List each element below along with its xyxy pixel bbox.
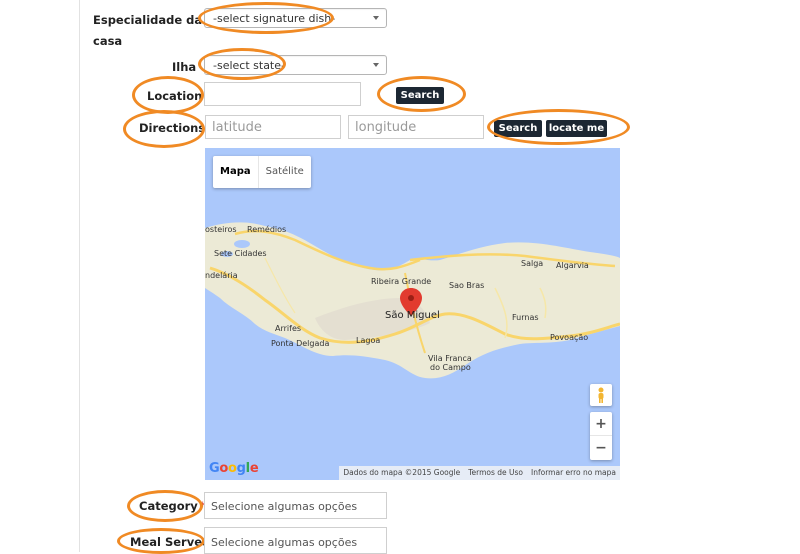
meal-served-select[interactable]: Selecione algumas opções xyxy=(204,527,387,554)
map-label: Algarvia xyxy=(556,261,589,270)
map-type-map-button[interactable]: Mapa xyxy=(213,156,259,188)
map[interactable]: osteiros Remédios Sete Cidades ndelária … xyxy=(205,148,620,480)
pegman-icon[interactable] xyxy=(590,384,612,406)
longitude-input[interactable]: longitude xyxy=(348,115,484,139)
map-type-satellite-button[interactable]: Satélite xyxy=(259,156,311,188)
map-label: Povoação xyxy=(550,333,588,342)
specialty-select[interactable]: -select signature dish- xyxy=(204,8,387,28)
map-label: Lagoa xyxy=(356,336,380,345)
locate-me-button[interactable]: locate me xyxy=(546,120,607,137)
map-label: Ponta Delgada xyxy=(271,339,329,348)
meal-served-label: Meal Served xyxy=(130,535,211,549)
google-logo: Google xyxy=(209,461,259,476)
map-canvas: osteiros Remédios Sete Cidades ndelária … xyxy=(205,148,620,480)
specialty-select-value: -select signature dish- xyxy=(213,12,336,25)
map-label: São Miguel xyxy=(385,310,440,321)
specialty-label-line2: casa xyxy=(93,34,123,48)
zoom-out-button[interactable]: − xyxy=(590,436,612,460)
chevron-down-icon xyxy=(373,63,379,67)
chevron-down-icon xyxy=(373,16,379,20)
map-label: osteiros xyxy=(205,225,237,234)
content-border xyxy=(79,0,80,552)
map-label: Arrifes xyxy=(275,324,301,333)
report-error-link[interactable]: Informar erro no mapa xyxy=(527,466,620,480)
map-label: do Campo xyxy=(430,363,471,372)
map-label: Ribeira Grande xyxy=(371,277,431,286)
map-label: ndelária xyxy=(205,271,238,280)
category-select[interactable]: Selecione algumas opções xyxy=(204,492,387,519)
location-search-button[interactable]: Search xyxy=(396,87,444,104)
map-label: Furnas xyxy=(512,313,539,322)
category-label: Category * xyxy=(139,499,206,513)
directions-label: Directions xyxy=(139,121,206,135)
specialty-label-line1: Especialidade da xyxy=(93,13,203,27)
map-label: Vila Franca xyxy=(428,354,472,363)
category-label-text: Category xyxy=(139,499,198,513)
street-view-icon xyxy=(598,387,604,403)
location-input[interactable] xyxy=(204,82,361,106)
map-label: Sete Cidades xyxy=(214,249,267,258)
latitude-input[interactable]: latitude xyxy=(205,115,341,139)
map-data-credit: Dados do mapa ©2015 Google xyxy=(343,468,461,477)
terms-link[interactable]: Termos de Uso xyxy=(464,466,527,480)
directions-search-button[interactable]: Search xyxy=(494,120,542,137)
zoom-in-button[interactable]: + xyxy=(590,412,612,436)
map-type-control: Mapa Satélite xyxy=(213,156,311,188)
map-label: Sao Bras xyxy=(449,281,484,290)
map-attribution: Dados do mapa ©2015 Google Termos de Uso… xyxy=(339,466,620,480)
island-select[interactable]: -select state- xyxy=(204,55,387,75)
map-label: Remédios xyxy=(247,224,286,234)
location-label: Location xyxy=(147,89,203,103)
island-select-value: -select state- xyxy=(213,59,285,72)
map-label: Salga xyxy=(521,259,543,268)
island-label: Ilha xyxy=(172,60,197,74)
zoom-control: + − xyxy=(590,412,612,460)
